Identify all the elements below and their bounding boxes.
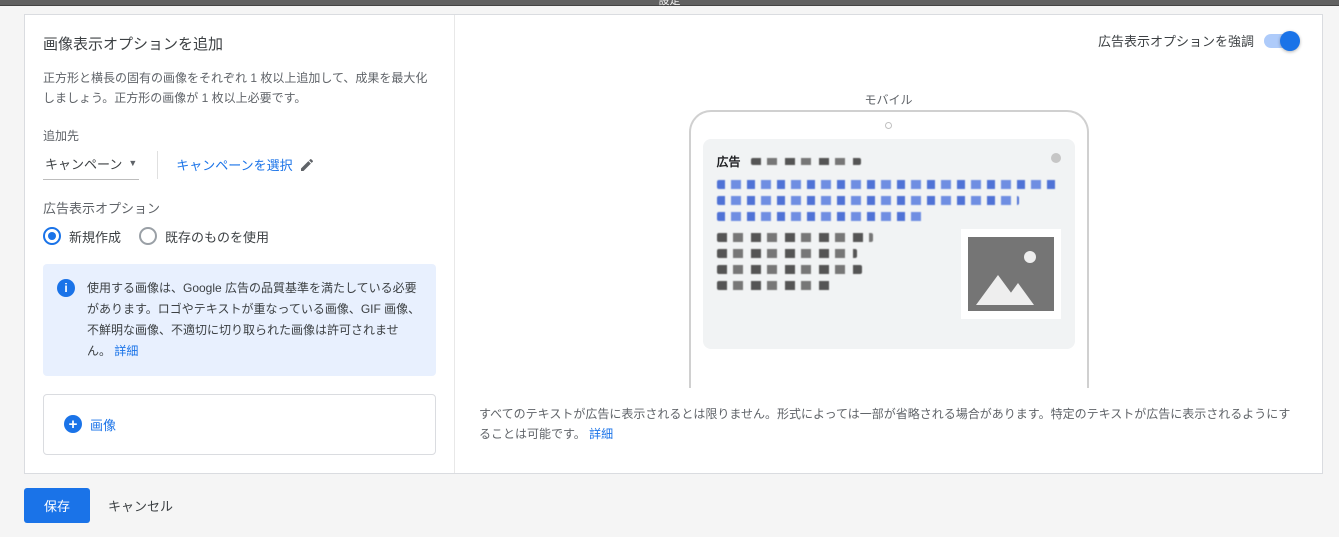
toggle-knob xyxy=(1280,31,1300,51)
phone-camera-icon xyxy=(885,122,892,129)
extension-label: 広告表示オプション xyxy=(43,198,436,217)
info-box: i 使用する画像は、Google 広告の品質基準を満たしている必要があります。ロ… xyxy=(43,264,436,376)
disclaimer-link[interactable]: 詳細 xyxy=(589,427,613,441)
radio-icon xyxy=(139,227,157,245)
preview-label: モバイル xyxy=(689,91,1089,108)
emphasize-row: 広告表示オプションを強調 xyxy=(1098,31,1298,50)
target-dropdown-value: キャンペーン xyxy=(45,154,122,173)
ad-lower-text xyxy=(717,229,951,319)
image-add-box: + 画像 xyxy=(43,394,436,455)
blur-headline xyxy=(717,212,923,221)
add-image-label: 画像 xyxy=(90,415,116,434)
page-title: 画像表示オプションを追加 xyxy=(43,33,436,54)
chevron-down-icon: ▼ xyxy=(128,158,137,168)
emphasize-label: 広告表示オプションを強調 xyxy=(1098,31,1254,50)
plus-icon: + xyxy=(64,415,82,433)
blur-text xyxy=(717,281,834,290)
blur-headline xyxy=(717,196,1020,205)
save-button[interactable]: 保存 xyxy=(24,488,90,523)
image-placeholder-icon xyxy=(968,237,1054,311)
image-placeholder xyxy=(961,229,1061,319)
radio-new-label: 新規作成 xyxy=(69,227,121,246)
add-image-button[interactable]: + 画像 xyxy=(64,415,116,434)
select-campaign-label: キャンペーンを選択 xyxy=(176,155,292,174)
main-card: 画像表示オプションを追加 正方形と横長の固有の画像をそれぞれ 1 枚以上追加して… xyxy=(24,14,1323,474)
ad-head: 広告 xyxy=(717,153,1061,170)
blur-text xyxy=(717,265,862,274)
radio-icon xyxy=(43,227,61,245)
radio-new[interactable]: 新規作成 xyxy=(43,227,121,246)
info-details-link[interactable]: 詳細 xyxy=(114,344,138,358)
emphasize-toggle[interactable] xyxy=(1264,34,1298,48)
radio-existing[interactable]: 既存のものを使用 xyxy=(139,227,269,246)
info-text: 使用する画像は、Google 広告の品質基準を満たしている必要があります。ロゴや… xyxy=(87,278,422,362)
target-row: キャンペーン ▼ キャンペーンを選択 xyxy=(43,150,436,180)
radio-group: 新規作成 既存のものを使用 xyxy=(43,227,436,246)
cancel-button[interactable]: キャンセル xyxy=(108,496,173,515)
blur-text xyxy=(717,249,857,258)
phone-preview: 広告 xyxy=(689,110,1089,388)
pencil-icon xyxy=(299,157,315,173)
page-description: 正方形と横長の固有の画像をそれぞれ 1 枚以上追加して、成果を最大化しましょう。… xyxy=(43,68,436,109)
select-campaign-button[interactable]: キャンペーンを選択 xyxy=(176,155,314,174)
footer: 保存 キャンセル xyxy=(0,474,1339,537)
info-icon: i xyxy=(57,279,75,297)
top-bar-label: 設定 xyxy=(659,0,681,8)
blur-text xyxy=(717,233,874,242)
ad-preview-card: 広告 xyxy=(703,139,1075,349)
target-label: 追加先 xyxy=(43,127,436,144)
right-pane: 広告表示オプションを強調 モバイル 広告 xyxy=(455,15,1322,473)
blur-headline xyxy=(717,180,1061,189)
separator xyxy=(157,151,158,179)
radio-existing-label: 既存のものを使用 xyxy=(165,227,269,246)
disclaimer: すべてのテキストが広告に表示されるとは限りません。形式によっては一部が省略される… xyxy=(479,404,1298,445)
top-bar: 設定 xyxy=(0,0,1339,6)
target-dropdown[interactable]: キャンペーン ▼ xyxy=(43,150,139,180)
ad-lower xyxy=(717,229,1061,319)
ad-label: 広告 xyxy=(717,153,741,170)
blur-text xyxy=(751,158,861,165)
ad-info-icon xyxy=(1051,153,1061,163)
left-pane: 画像表示オプションを追加 正方形と横長の固有の画像をそれぞれ 1 枚以上追加して… xyxy=(25,15,455,473)
